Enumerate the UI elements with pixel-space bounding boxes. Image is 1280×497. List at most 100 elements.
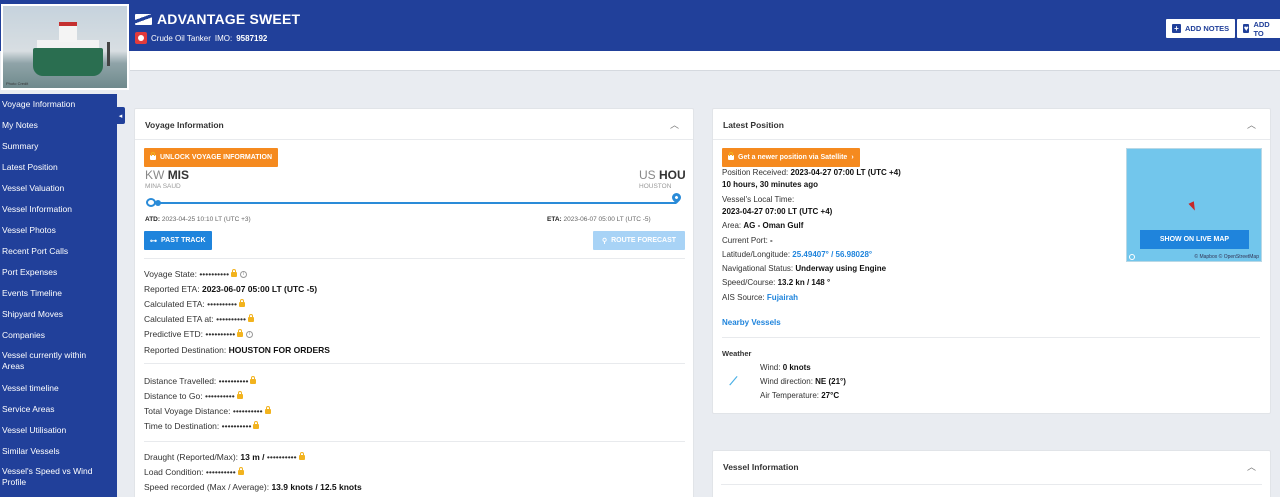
ship-mast [107,42,110,66]
sidebar-item-shipyard-moves[interactable]: Shipyard Moves [0,309,65,320]
route-line [152,202,676,204]
lock-icon[interactable] [236,391,243,400]
chevron-up-icon[interactable]: ︿ [1247,118,1256,131]
origin-code: MIS [167,168,190,182]
destination-name: HOUSTON [639,183,672,190]
row-label: Calculated ETA: [144,299,205,309]
row-value: 27°C [821,391,840,400]
ais-source-row: AIS Source: Fujairah [722,293,798,302]
row-value: 2023-04-27 07:00 LT (UTC +4) [790,168,901,177]
sidebar-item-label: Vessel's Speed vs Wind Profile [2,466,93,487]
sidebar-item-vessel-information[interactable]: Vessel Information [0,204,74,215]
unlock-voyage-button[interactable]: UNLOCK VOYAGE INFORMATION [144,148,279,167]
sidebar-item-similar-vessels[interactable]: Similar Vessels [0,446,62,457]
sidebar-collapse-button[interactable]: ◂ [116,107,125,124]
chevron-up-icon[interactable]: ︿ [670,118,679,131]
masked-value: •••••••••• [205,467,236,477]
satellite-position-button[interactable]: Get a newer position via Satellite › [722,148,860,167]
destination-country: US [639,168,656,182]
sidebar-item-companies[interactable]: Companies [0,330,47,341]
local-time-label: Vessel's Local Time: [722,195,795,204]
row-label: Reported Destination: [144,345,227,355]
sidebar-item-vessel-timeline[interactable]: Vessel timeline [0,383,61,394]
weather-title: Weather [722,349,752,358]
speed-recorded-row: Speed recorded (Max / Average): 13.9 kno… [144,482,362,492]
sidebar-item-label: Vessel Utilisation [2,425,67,435]
sidebar-item-voyage-information[interactable]: Voyage Information [0,99,77,110]
atd-value: 2023-04-25 10:10 LT (UTC +3) [161,216,251,223]
lock-icon[interactable] [237,467,244,476]
vessel-marker-icon[interactable] [1188,201,1197,212]
lock-icon[interactable] [247,314,254,323]
nearby-vessels-link[interactable]: Nearby Vessels [722,318,781,327]
area-row: Area: AG - Oman Gulf [722,221,803,230]
sidebar-item-service-areas[interactable]: Service Areas [0,404,56,415]
section-divider [144,363,685,364]
pin-icon: ⚲ [601,237,608,245]
lock-icon[interactable] [264,406,271,415]
show-on-live-map-button[interactable]: SHOW ON LIVE MAP [1140,230,1249,249]
past-track-button[interactable]: ⊶ PAST TRACK [144,231,212,250]
latlon-link[interactable]: 25.49407° / 56.98028° [792,250,872,259]
atd-label: ATD: [145,216,161,223]
add-to-button[interactable]: ♥ ADD TO [1237,19,1280,38]
row-label: Wind direction: [760,377,813,386]
card-divider [713,139,1270,140]
sidebar-item-vessel-valuation[interactable]: Vessel Valuation [0,183,66,194]
sidebar-item-vessel-currently-within-areas[interactable]: Vessel currently within Areas [0,350,100,372]
track-icon: ⊶ [150,237,157,245]
mapbox-logo-icon [1129,254,1135,260]
row-label: Draught (Reported/Max): [144,452,239,462]
row-label: Time to Destination: [144,421,220,431]
imo-value: 9587192 [236,33,268,43]
row-label: Speed/Course: [722,278,776,287]
info-icon[interactable]: i [240,271,248,279]
sidebar-item-events-timeline[interactable]: Events Timeline [0,288,64,299]
lock-icon[interactable] [298,452,305,461]
card-title: Voyage Information [145,120,224,130]
row-label: Current Port: [722,236,768,245]
lock-icon[interactable] [231,269,238,278]
sidebar-item-speed-vs-wind[interactable]: Vessel's Speed vs Wind Profile [0,466,100,488]
sidebar-item-latest-position[interactable]: Latest Position [0,162,60,173]
sidebar-item-label: Vessel Valuation [2,183,65,193]
sidebar-item-vessel-utilisation[interactable]: Vessel Utilisation [0,425,68,436]
lock-icon[interactable] [238,299,245,308]
air-temperature-row: Air Temperature: 27°C [760,391,839,400]
route-forecast-button[interactable]: ⚲ ROUTE FORECAST [593,231,685,250]
lock-icon[interactable] [250,376,257,385]
row-value: - [770,236,773,245]
row-value: 2023-06-07 05:00 LT (UTC -5) [201,284,318,294]
sidebar-item-recent-port-calls[interactable]: Recent Port Calls [0,246,70,257]
lock-icon[interactable] [237,329,244,338]
satellite-label: Get a newer position via Satellite [738,154,848,161]
add-notes-label: ADD NOTES [1185,24,1230,33]
row-value: AG - Oman Gulf [743,221,804,230]
row-label: Air Temperature: [760,391,819,400]
row-value: HOUSTON FOR ORDERS [228,345,330,355]
row-value: 13.2 kn / 148 ° [777,278,831,287]
row-label: Position Received: [722,168,789,177]
chevron-up-icon[interactable]: ︿ [1247,460,1256,473]
info-icon[interactable]: i [246,331,254,339]
sidebar-item-vessel-photos[interactable]: Vessel Photos [0,225,58,236]
ais-source-link[interactable]: Fujairah [767,293,798,302]
row-label: Latitude/Longitude: [722,250,791,259]
vessel-photo[interactable]: Photo Credit [1,4,129,90]
row-label: Calculated ETA at: [144,314,214,324]
masked-value: •••••••••• [266,452,297,462]
nearby-vessels-label: Nearby Vessels [722,318,781,327]
distance-travelled-row: Distance Travelled: •••••••••• [144,376,257,386]
add-notes-button[interactable]: + ADD NOTES [1166,19,1236,38]
sidebar-item-port-expenses[interactable]: Port Expenses [0,267,59,278]
imo-label: IMO: [214,33,233,43]
ship-tower [59,22,77,42]
masked-value: •••••••••• [216,314,246,324]
sidebar-item-summary[interactable]: Summary [0,141,40,152]
position-map[interactable]: SHOW ON LIVE MAP © Mapbox © OpenStreetMa… [1126,148,1262,262]
sidebar-item-my-notes[interactable]: My Notes [0,120,40,131]
flag-icon [135,13,152,25]
lock-icon[interactable] [253,421,260,430]
sidebar-item-label: Shipyard Moves [2,309,63,319]
sidebar-item-label: Companies [2,330,45,340]
